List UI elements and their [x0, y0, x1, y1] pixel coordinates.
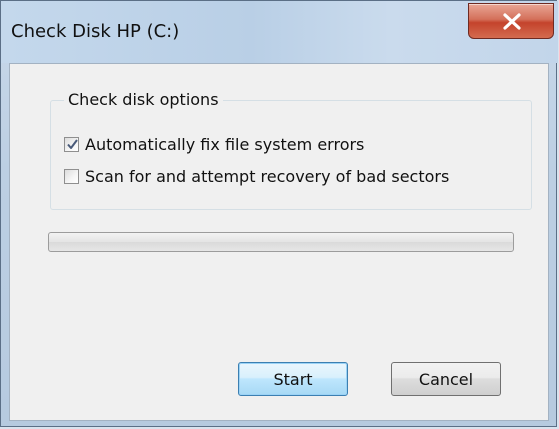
auto-fix-label[interactable]: Automatically fix file system errors — [85, 135, 364, 154]
dialog-body: Check disk options Automatically fix fil… — [9, 63, 549, 421]
close-icon — [503, 13, 521, 30]
auto-fix-checkbox[interactable] — [64, 136, 79, 152]
scan-sectors-checkbox[interactable] — [64, 168, 79, 184]
group-title: Check disk options — [64, 90, 223, 109]
checkmark-icon — [67, 138, 78, 149]
cancel-button[interactable]: Cancel — [391, 362, 501, 396]
title-bar[interactable]: Check Disk HP (C:) — [1, 1, 558, 63]
option-auto-fix[interactable]: Automatically fix file system errors — [64, 132, 364, 156]
progress-bar — [48, 232, 514, 252]
close-button[interactable] — [468, 3, 554, 39]
start-button[interactable]: Start — [238, 362, 348, 396]
scan-sectors-label[interactable]: Scan for and attempt recovery of bad sec… — [85, 167, 449, 186]
dialog-title: Check Disk HP (C:) — [11, 21, 180, 42]
option-scan-sectors[interactable]: Scan for and attempt recovery of bad sec… — [64, 164, 449, 188]
check-disk-dialog: Check Disk HP (C:) Check disk options Au… — [0, 0, 558, 427]
